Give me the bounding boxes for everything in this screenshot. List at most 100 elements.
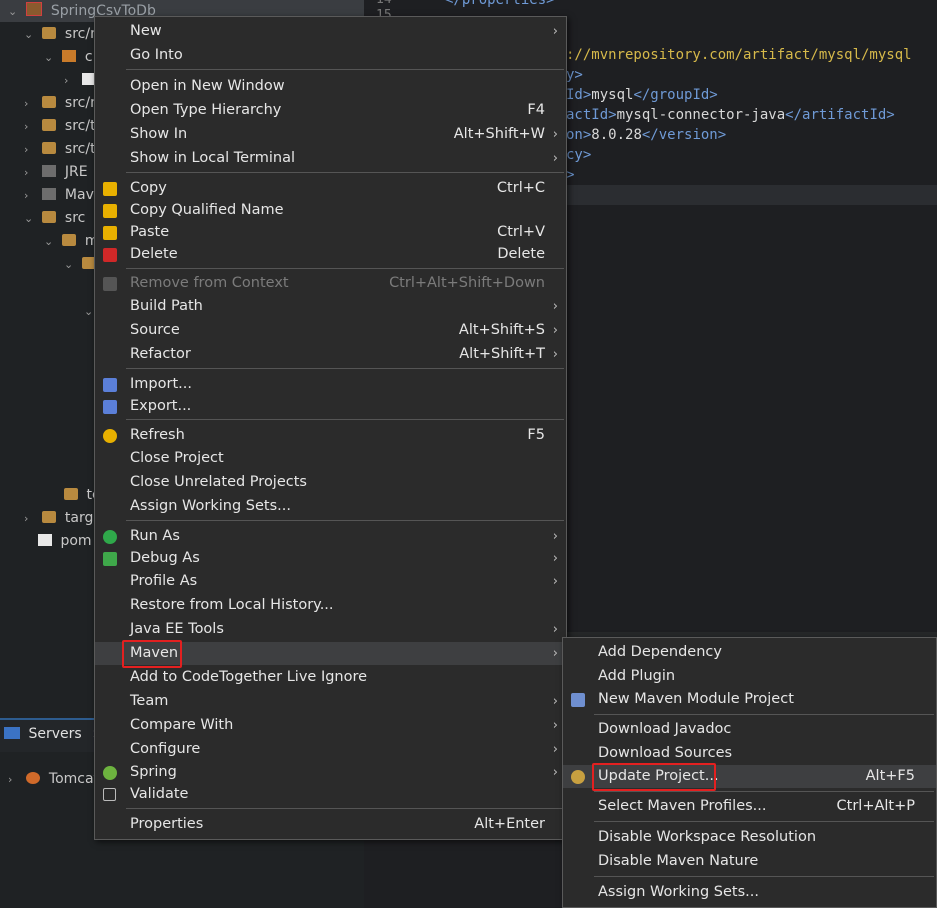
menu-item-refresh[interactable]: Refresh F5 — [95, 424, 566, 447]
tree-item[interactable]: pom — [38, 530, 92, 552]
chevron-right-icon[interactable]: › — [24, 116, 38, 138]
menu-item-restore-history[interactable]: Restore from Local History... — [95, 594, 566, 617]
menu-item-copy-qualified-name[interactable]: Copy Qualified Name — [95, 199, 566, 222]
tree-item[interactable]: › JRE — [24, 161, 88, 183]
tree-item-label: src/t — [64, 141, 96, 157]
tree-item[interactable]: › src/t — [24, 115, 96, 137]
menu-item-label: Disable Workspace Resolution — [598, 829, 817, 845]
tree-item[interactable]: › src/t — [24, 138, 96, 160]
menu-item-label: Java EE Tools — [130, 621, 224, 637]
checkbox-icon — [103, 788, 116, 801]
chevron-down-icon[interactable]: ⌄ — [24, 208, 38, 230]
menu-item-show-in[interactable]: Show In Alt+Shift+W › — [95, 123, 566, 146]
code-line: actId>mysql-connector-java</artifactId> — [566, 107, 895, 123]
line-number: 14 — [376, 0, 392, 7]
menu-item-compare-with[interactable]: Compare With › — [95, 714, 566, 737]
chevron-down-icon[interactable]: ⌄ — [24, 24, 38, 46]
submenu-arrow-icon: › — [552, 347, 558, 362]
menu-item-disable-maven-nature[interactable]: Disable Maven Nature — [563, 850, 936, 873]
code-line: y> — [566, 67, 583, 83]
menu-item-new-maven-module[interactable]: New Maven Module Project — [563, 688, 936, 711]
menu-item-add-plugin[interactable]: Add Plugin — [563, 665, 936, 688]
menu-item-close-unrelated[interactable]: Close Unrelated Projects — [95, 471, 566, 494]
shortcut-label: Alt+F5 — [865, 768, 915, 784]
tree-item[interactable]: ⌄ c — [44, 46, 93, 68]
xml-file-icon — [38, 534, 52, 546]
export-icon — [103, 400, 117, 414]
menu-item-close-project[interactable]: Close Project — [95, 447, 566, 470]
menu-item-profile-as[interactable]: Profile As › — [95, 570, 566, 593]
menu-item-select-maven-profiles[interactable]: Select Maven Profiles... Ctrl+Alt+P — [563, 795, 936, 818]
menu-item-open-new-window[interactable]: Open in New Window — [95, 75, 566, 98]
shortcut-label: F5 — [527, 427, 545, 443]
chevron-down-icon[interactable]: ⌄ — [44, 47, 58, 69]
menu-item-spring[interactable]: Spring › — [95, 761, 566, 784]
menu-item-disable-workspace-resolution[interactable]: Disable Workspace Resolution — [563, 826, 936, 849]
menu-item-paste[interactable]: Paste Ctrl+V — [95, 221, 566, 244]
chevron-right-icon[interactable]: › — [24, 185, 38, 207]
menu-item-run-as[interactable]: Run As › — [95, 525, 566, 548]
menu-item-java-ee-tools[interactable]: Java EE Tools › — [95, 618, 566, 641]
code-token: 8.0.28 — [591, 127, 642, 143]
menu-item-label: Download Javadoc — [598, 721, 732, 737]
tree-item[interactable]: ⌄ src/m — [24, 23, 104, 45]
menu-item-download-sources[interactable]: Download Sources — [563, 742, 936, 765]
code-line: cy> — [566, 147, 591, 163]
chevron-right-icon[interactable]: › — [8, 769, 22, 791]
menu-item-open-type-hierarchy[interactable]: Open Type Hierarchy F4 — [95, 99, 566, 122]
code-token: mysql — [591, 87, 634, 103]
menu-item-label: Assign Working Sets... — [130, 498, 292, 514]
menu-item-new[interactable]: New › — [95, 20, 566, 43]
folder-icon — [42, 511, 57, 523]
shortcut-label: Ctrl+V — [497, 224, 545, 240]
spring-leaf-icon — [103, 766, 117, 780]
tree-item[interactable]: ⌄ m — [44, 230, 99, 252]
tree-item[interactable]: › targ — [24, 507, 93, 529]
tree-item[interactable]: › Mav — [24, 184, 94, 206]
menu-item-show-in-terminal[interactable]: Show in Local Terminal › — [95, 147, 566, 170]
menu-item-source[interactable]: Source Alt+Shift+S › — [95, 319, 566, 342]
menu-item-label: Remove from Context — [130, 275, 289, 291]
menu-item-label: Copy Qualified Name — [130, 202, 284, 218]
menu-item-validate[interactable]: Validate — [95, 783, 566, 806]
menu-item-label: Close Project — [130, 450, 224, 466]
menu-item-codetogether-ignore[interactable]: Add to CodeTogether Live Ignore — [95, 666, 566, 689]
menu-item-debug-as[interactable]: Debug As › — [95, 547, 566, 570]
menu-item-download-javadoc[interactable]: Download Javadoc — [563, 718, 936, 741]
chevron-right-icon[interactable]: › — [24, 139, 38, 161]
tab-servers[interactable]: Servers ✕ — [4, 726, 102, 742]
menu-item-team[interactable]: Team › — [95, 690, 566, 713]
chevron-right-icon[interactable]: › — [64, 70, 78, 92]
server-item-tomcat[interactable]: › Tomcat — [8, 768, 99, 790]
chevron-right-icon[interactable]: › — [24, 508, 38, 530]
menu-item-import[interactable]: Import... — [95, 373, 566, 396]
menu-item-add-dependency[interactable]: Add Dependency — [563, 641, 936, 664]
shortcut-label: Alt+Shift+S — [458, 322, 545, 338]
chevron-right-icon[interactable]: › — [24, 93, 38, 115]
menu-item-build-path[interactable]: Build Path › — [95, 295, 566, 318]
shortcut-label: Delete — [497, 246, 545, 262]
menu-item-export[interactable]: Export... — [95, 395, 566, 418]
menu-item-delete[interactable]: Delete Delete — [95, 243, 566, 266]
menu-item-assign-working-sets[interactable]: Assign Working Sets... — [563, 881, 936, 904]
menu-item-properties[interactable]: Properties Alt+Enter — [95, 813, 566, 836]
chevron-down-icon[interactable]: ⌄ — [8, 1, 22, 23]
code-token: </groupId> — [633, 87, 718, 103]
chevron-right-icon[interactable]: › — [24, 162, 38, 184]
tree-item-label: pom — [60, 533, 92, 549]
menu-item-label: Validate — [130, 786, 189, 802]
tree-item[interactable]: › src/m — [24, 92, 104, 114]
code-token: </version> — [641, 127, 727, 143]
chevron-down-icon[interactable]: ⌄ — [44, 231, 58, 253]
menu-item-refactor[interactable]: Refactor Alt+Shift+T › — [95, 343, 566, 366]
menu-item-go-into[interactable]: Go Into — [95, 44, 566, 67]
menu-item-configure[interactable]: Configure › — [95, 738, 566, 761]
menu-item-copy[interactable]: Copy Ctrl+C — [95, 177, 566, 200]
current-line-highlight — [566, 185, 937, 205]
tree-item[interactable]: ⌄ src — [24, 207, 85, 229]
menu-separator — [126, 520, 564, 521]
chevron-down-icon[interactable]: ⌄ — [64, 254, 78, 276]
menu-item-label: Run As — [130, 528, 180, 544]
tree-item-label: Mav — [64, 187, 94, 203]
menu-item-assign-working-sets[interactable]: Assign Working Sets... — [95, 495, 566, 518]
